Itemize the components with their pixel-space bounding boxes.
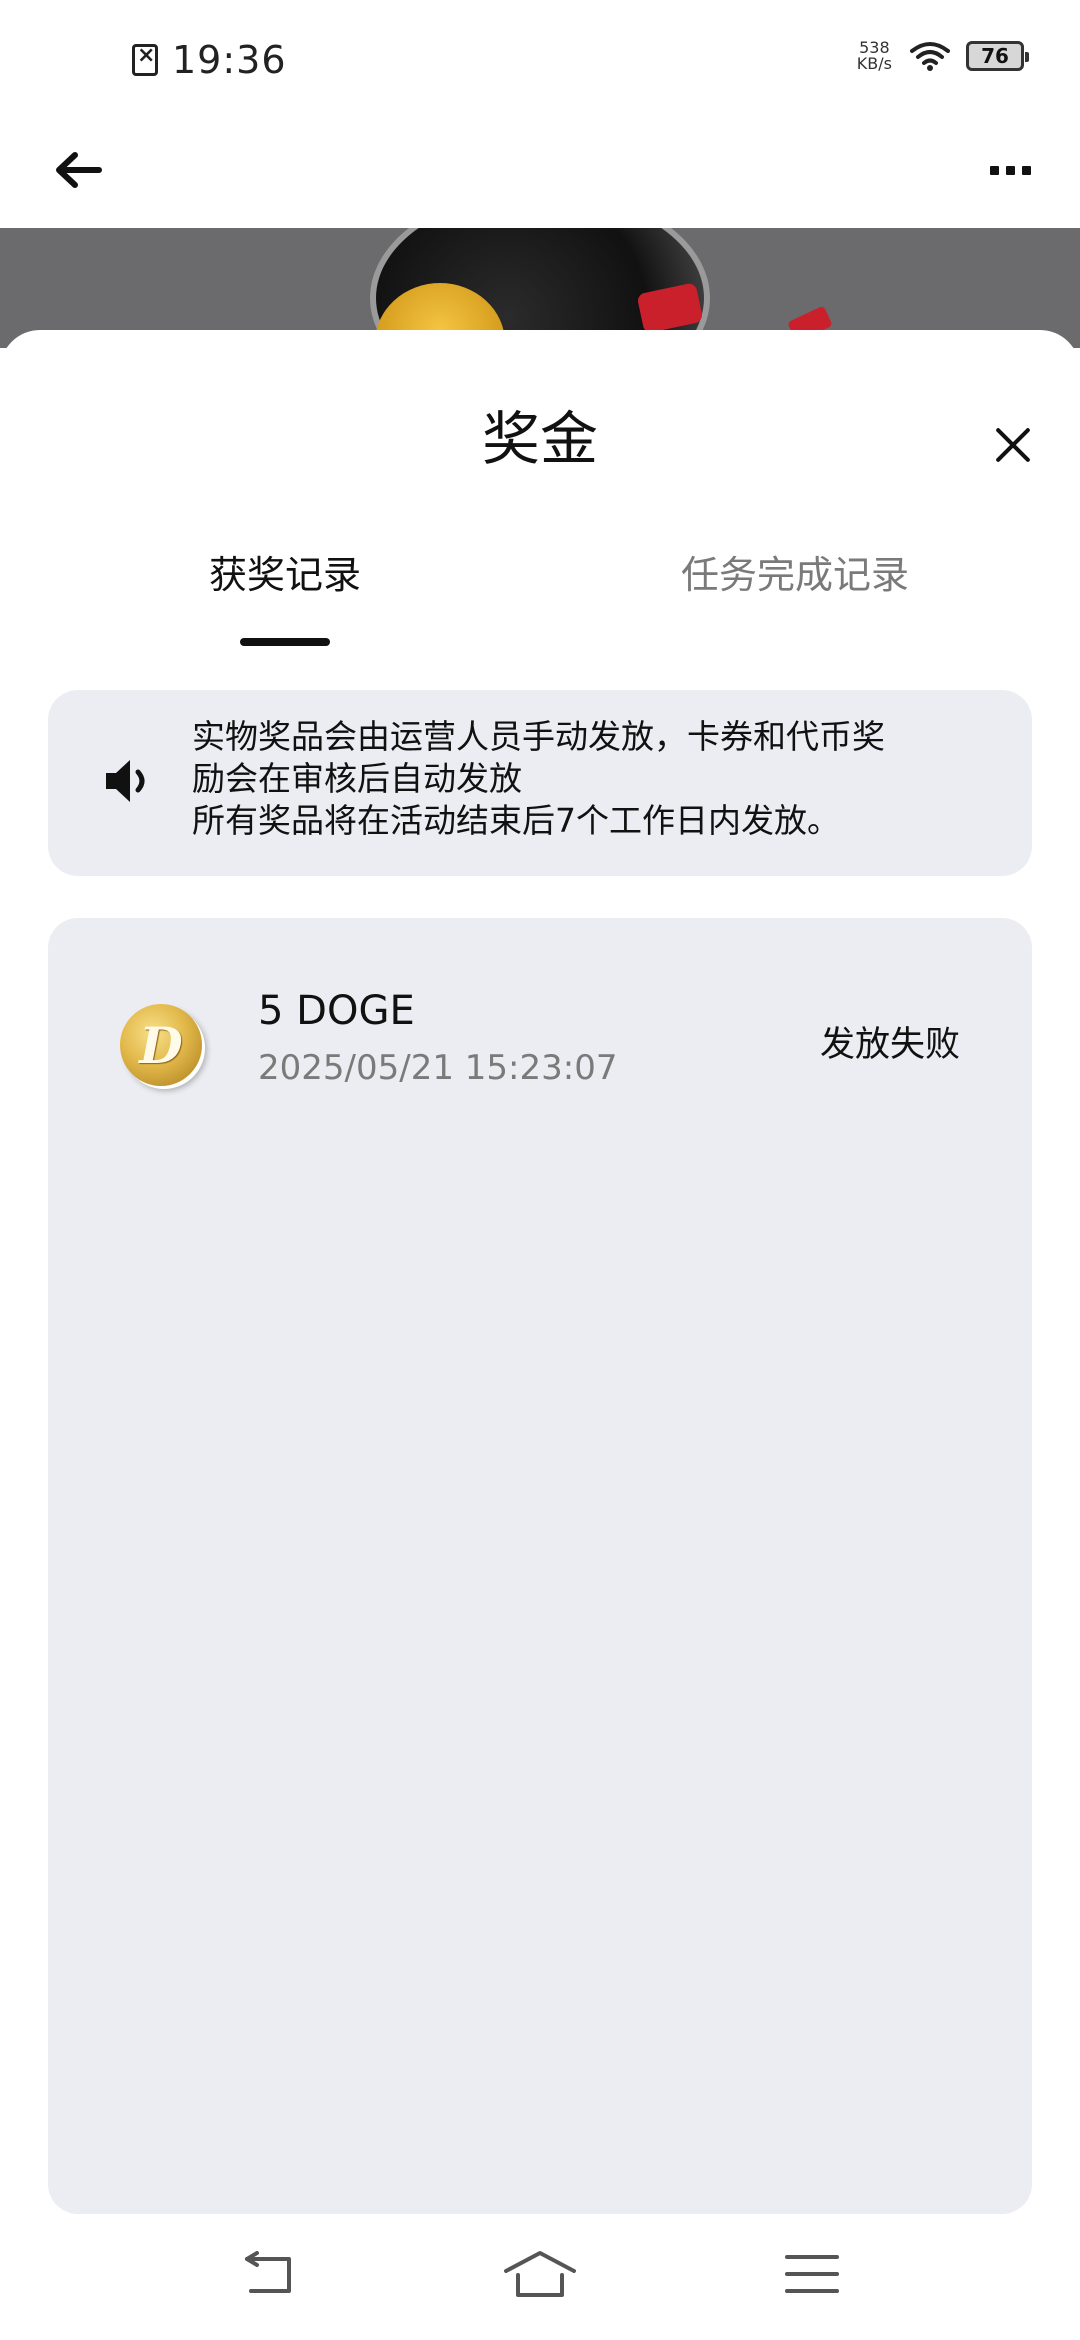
tab-task-records[interactable]: 任务完成记录 [640,540,950,610]
status-bar-left: 19:36 [132,38,287,82]
tab-prize-records[interactable]: 获奖记录 [170,540,400,610]
speaker-icon [106,760,145,802]
coin-glyph: D [139,1015,183,1075]
network-speed: 538 KB/s [857,40,892,72]
notice-line: 实物奖品会由运营人员手动发放，卡券和代币奖 [192,717,885,756]
more-dot-icon [1021,165,1031,175]
status-bar-right: 538 KB/s 76 [857,40,1029,72]
prize-records-list: D 5 DOGE 2025/05/21 15:23:07 发放失败 [48,918,1032,2214]
battery-icon: 76 [966,41,1029,71]
app-bar [0,115,1080,228]
notice-banner: 实物奖品会由运营人员手动发放，卡券和代币奖 励会在审核后自动发放 所有奖品将在活… [48,690,1032,876]
notice-line: 励会在审核后自动发放 [192,759,522,798]
system-home-button[interactable] [500,2244,580,2304]
record-time: 2025/05/21 15:23:07 [258,1048,618,1088]
tab-active-indicator [240,638,330,646]
back-button[interactable] [48,145,108,195]
close-button[interactable] [990,422,1036,468]
more-options-button[interactable] [980,145,1040,195]
more-dot-icon [1005,165,1015,175]
back-arrow-icon [245,2251,291,2293]
system-nav-bar [0,2214,1080,2340]
sheet-title: 奖金 [481,405,598,473]
arrow-left-icon [56,152,102,188]
system-back-button[interactable] [228,2244,308,2304]
bonus-sheet: 奖金 获奖记录 任务完成记录 实物奖品会由运营人员手动发放，卡券和代币奖 励会在… [0,330,1080,2340]
network-speed-unit: KB/s [856,54,892,73]
clock: 19:36 [172,38,287,82]
dogecoin-icon: D [120,1004,202,1086]
no-sim-icon [132,43,158,76]
status-bar: 19:36 538 KB/s 76 [0,0,1080,115]
record-status: 发放失败 [819,1025,960,1065]
more-dot-icon [989,165,999,175]
list-item[interactable]: D 5 DOGE 2025/05/21 15:23:07 发放失败 [48,988,1032,1108]
battery-level: 76 [981,44,1009,68]
notice-line: 所有奖品将在活动结束后7个工作日内发放。 [192,801,840,840]
system-menu-button[interactable] [772,2244,852,2304]
wifi-icon [910,42,950,71]
notice-text: 实物奖品会由运营人员手动发放，卡券和代币奖 励会在审核后自动发放 所有奖品将在活… [192,716,1012,842]
menu-icon [785,2255,839,2293]
home-icon [504,2251,576,2297]
tab-bar: 获奖记录 任务完成记录 [0,540,1080,650]
record-amount: 5 DOGE [258,988,415,1034]
